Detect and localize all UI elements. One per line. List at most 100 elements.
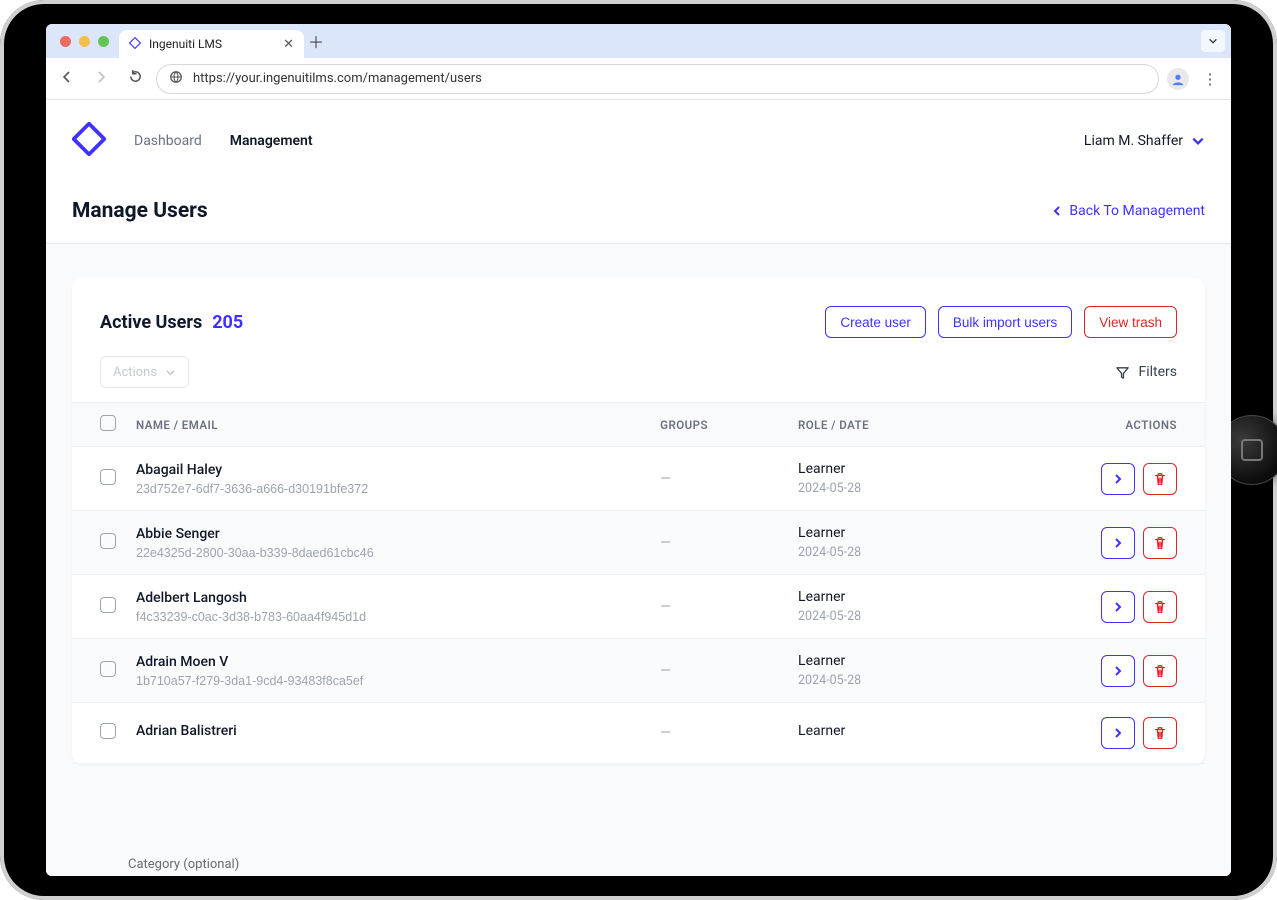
address-bar[interactable]: https://your.ingenuitilms.com/management… xyxy=(156,64,1159,94)
user-groups-cell: — xyxy=(660,599,671,615)
url-text: https://your.ingenuitilms.com/management… xyxy=(193,71,482,86)
users-card: Active Users 205 Create user Bulk import… xyxy=(72,278,1205,764)
delete-user-button[interactable] xyxy=(1143,463,1177,495)
view-trash-button[interactable]: View trash xyxy=(1084,306,1177,338)
col-name: NAME / EMAIL xyxy=(126,403,650,447)
tablet-screen: Ingenuiti LMS ✕ ＋ xyxy=(46,24,1231,876)
delete-user-button[interactable] xyxy=(1143,591,1177,623)
chevron-left-icon xyxy=(1051,205,1063,217)
card-title: Active Users xyxy=(100,312,202,333)
page-title: Manage Users xyxy=(72,199,208,223)
filters-button[interactable]: Filters xyxy=(1115,364,1177,380)
user-groups-cell: — xyxy=(660,471,671,487)
reload-button[interactable] xyxy=(122,69,148,88)
row-checkbox[interactable] xyxy=(100,469,116,485)
user-date-cell: 2024-05-28 xyxy=(798,481,963,496)
user-id-cell: 22e4325d-2800-30aa-b339-8daed61cbc46 xyxy=(136,546,640,560)
col-role: ROLE / DATE xyxy=(788,403,973,447)
app-logo-diamond-icon[interactable] xyxy=(72,122,106,160)
delete-user-button[interactable] xyxy=(1143,527,1177,559)
user-role-cell: Learner xyxy=(798,589,963,605)
chevron-down-icon xyxy=(1191,134,1205,148)
col-groups: GROUPS xyxy=(650,403,788,447)
bulk-import-button[interactable]: Bulk import users xyxy=(938,306,1072,338)
user-groups-cell: — xyxy=(660,535,671,551)
user-role-cell: Learner xyxy=(798,525,963,541)
back-to-management-link[interactable]: Back To Management xyxy=(1051,203,1205,219)
delete-user-button[interactable] xyxy=(1143,717,1177,749)
user-role-cell: Learner xyxy=(798,461,963,477)
table-row: Adelbert Langosh f4c33239-c0ac-3d38-b783-… xyxy=(72,575,1205,639)
nav-back-button[interactable] xyxy=(54,69,80,89)
content-area: Active Users 205 Create user Bulk import… xyxy=(46,244,1231,876)
user-name-cell: Abbie Senger xyxy=(136,526,640,542)
create-user-button[interactable]: Create user xyxy=(825,306,926,338)
browser-menu-button[interactable]: ⋮ xyxy=(1197,70,1223,88)
browser-tab[interactable]: Ingenuiti LMS ✕ xyxy=(119,30,304,58)
open-user-button[interactable] xyxy=(1101,527,1135,559)
user-groups-cell: — xyxy=(660,663,671,679)
user-name-cell: Adrian Balistreri xyxy=(136,723,640,739)
tab-close-icon[interactable]: ✕ xyxy=(283,37,294,52)
user-date-cell: 2024-05-28 xyxy=(798,609,963,624)
page-bar: Manage Users Back To Management xyxy=(46,183,1231,244)
user-role-cell: Learner xyxy=(798,653,963,669)
window-minimize-icon[interactable] xyxy=(79,36,90,47)
browser-chrome: Ingenuiti LMS ✕ ＋ xyxy=(46,24,1231,100)
row-checkbox[interactable] xyxy=(100,661,116,677)
window-traffic-lights xyxy=(52,24,119,58)
tablet-frame: Ingenuiti LMS ✕ ＋ xyxy=(0,0,1277,900)
open-user-button[interactable] xyxy=(1101,591,1135,623)
user-name-cell: Adrain Moen V xyxy=(136,654,640,670)
app-header: Dashboard Management Liam M. Shaffer xyxy=(46,100,1231,183)
filter-icon xyxy=(1115,365,1130,380)
site-info-globe-icon[interactable] xyxy=(169,70,183,88)
delete-user-button[interactable] xyxy=(1143,655,1177,687)
card-actions: Create user Bulk import users View trash xyxy=(825,306,1177,338)
table-row: Adrain Moen V1b710a57-f279-3da1-9cd4-934… xyxy=(72,639,1205,703)
user-date-cell: 2024-05-28 xyxy=(798,673,963,688)
new-tab-button[interactable]: ＋ xyxy=(304,29,328,53)
bulk-actions-dropdown[interactable]: Actions xyxy=(100,356,189,388)
nav-management[interactable]: Management xyxy=(230,133,313,149)
browser-tab-strip: Ingenuiti LMS ✕ ＋ xyxy=(46,24,1231,58)
user-menu[interactable]: Liam M. Shaffer xyxy=(1084,133,1205,149)
table-row: Abbie Senger 22e4325d-2800-30aa-b339-8dae… xyxy=(72,511,1205,575)
back-link-label: Back To Management xyxy=(1069,203,1205,219)
tabs-overflow-button[interactable] xyxy=(1201,30,1225,52)
select-all-checkbox[interactable] xyxy=(100,415,116,431)
open-user-button[interactable] xyxy=(1101,655,1135,687)
user-id-cell: f4c33239-c0ac-3d38-b783-60aa4f945d1d xyxy=(136,610,640,624)
chevron-down-icon xyxy=(165,367,176,378)
open-user-button[interactable] xyxy=(1101,717,1135,749)
filters-label: Filters xyxy=(1138,364,1177,380)
profile-avatar-button[interactable] xyxy=(1167,68,1189,90)
bulk-actions-label: Actions xyxy=(113,365,157,380)
browser-toolbar: https://your.ingenuitilms.com/management… xyxy=(46,58,1231,100)
user-name-cell: Abagail Haley xyxy=(136,462,640,478)
nav-forward-button[interactable] xyxy=(88,69,114,89)
nav-dashboard[interactable]: Dashboard xyxy=(134,133,202,149)
window-close-icon[interactable] xyxy=(60,36,71,47)
user-role-cell: Learner xyxy=(798,723,963,739)
users-table: NAME / EMAIL GROUPS ROLE / DATE ACTIONS … xyxy=(72,402,1205,764)
user-name-cell: Adelbert Langosh xyxy=(136,590,640,606)
user-name: Liam M. Shaffer xyxy=(1084,133,1183,149)
user-groups-cell: — xyxy=(660,725,671,741)
col-actions: ACTIONS xyxy=(973,403,1205,447)
row-checkbox[interactable] xyxy=(100,723,116,739)
card-subbar: Actions Filters xyxy=(72,356,1205,402)
open-user-button[interactable] xyxy=(1101,463,1135,495)
tab-title: Ingenuiti LMS xyxy=(149,37,222,51)
table-row: Abagail Haley 23d752e7-6df7-3636-a666-d30… xyxy=(72,447,1205,511)
user-date-cell: 2024-05-28 xyxy=(798,545,963,560)
active-users-count: 205 xyxy=(212,312,243,333)
window-maximize-icon[interactable] xyxy=(98,36,109,47)
main-nav: Dashboard Management xyxy=(134,133,313,149)
tab-favicon-diamond-icon xyxy=(129,37,141,52)
row-checkbox[interactable] xyxy=(100,533,116,549)
user-id-cell: 23d752e7-6df7-3636-a666-d30191bfe372 xyxy=(136,482,640,496)
card-header: Active Users 205 Create user Bulk import… xyxy=(72,306,1205,356)
table-row: Adrian Balistreri — Learner xyxy=(72,703,1205,764)
row-checkbox[interactable] xyxy=(100,597,116,613)
